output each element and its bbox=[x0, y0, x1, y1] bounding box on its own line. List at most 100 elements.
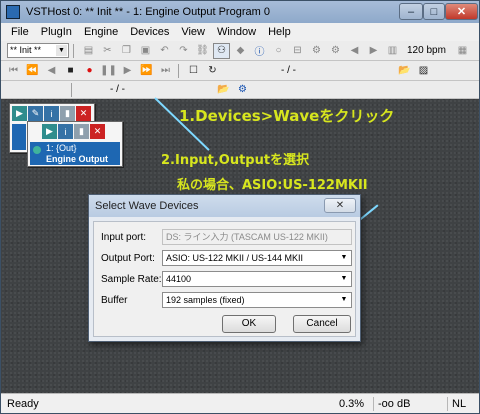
plugin-window-output[interactable]: ▶ i ▮ ✕ 1: {Out} Engine Output bbox=[27, 121, 123, 167]
wave-settings-icon[interactable]: ⚙ bbox=[234, 82, 251, 98]
redo-icon[interactable]: ↷ bbox=[175, 43, 192, 59]
forward-icon[interactable]: ⏩ bbox=[138, 63, 155, 79]
rewind-start-icon[interactable]: ⏮ bbox=[5, 63, 22, 79]
plugin-play-icon[interactable]: ▶ bbox=[42, 124, 57, 139]
copy-icon[interactable]: ❐ bbox=[118, 43, 135, 59]
dialog-close-button[interactable]: ✕ bbox=[324, 198, 356, 213]
arrow-right-icon[interactable]: ▶ bbox=[365, 43, 382, 59]
gears-icon[interactable]: ⚙ bbox=[327, 43, 344, 59]
info-icon[interactable]: ⓘ bbox=[251, 43, 268, 59]
stop-icon[interactable]: ■ bbox=[62, 63, 79, 79]
plugin-edit-icon[interactable]: ✎ bbox=[28, 106, 43, 121]
tempo-display[interactable]: 120 bpm bbox=[407, 45, 446, 56]
record-icon[interactable]: ● bbox=[81, 63, 98, 79]
status-text: Ready bbox=[7, 398, 39, 410]
cut-icon[interactable]: ✂ bbox=[99, 43, 116, 59]
app-icon bbox=[6, 5, 20, 19]
chain-icon[interactable]: ⛓ bbox=[194, 43, 211, 59]
plugin-body bbox=[12, 124, 26, 150]
plugin-toolbar: ▶ i ▮ ✕ bbox=[42, 124, 106, 140]
output-port-value: ASIO: US-122 MKII / US-144 MKII bbox=[166, 253, 304, 263]
autorepeat-checkbox-icon[interactable]: ☐ bbox=[185, 63, 202, 79]
input-port-field: DS: ライン入力 (TASCAM US-122 MKII) bbox=[162, 229, 352, 245]
buffer-row: Buffer 192 samples (fixed) ▼ bbox=[94, 292, 357, 310]
player-position: - / - bbox=[281, 65, 296, 76]
plugin-close-icon[interactable]: ✕ bbox=[76, 106, 91, 121]
record-file-icon[interactable]: ▨ bbox=[415, 63, 432, 79]
wave-toolbar: - / - 📂 ⚙ bbox=[1, 81, 479, 99]
menu-bar: File PlugIn Engine Devices View Window H… bbox=[1, 23, 479, 41]
dialog-title-bar[interactable]: Select Wave Devices ✕ bbox=[89, 195, 360, 217]
open-folder-icon[interactable]: 📂 bbox=[396, 63, 413, 79]
diamond-icon[interactable]: ◆ bbox=[232, 43, 249, 59]
mode-indicator: NL bbox=[447, 397, 477, 411]
plugin-bypass-icon[interactable]: ▮ bbox=[74, 124, 89, 139]
arrow-left-icon[interactable]: ◀ bbox=[346, 43, 363, 59]
plugin-close-icon[interactable]: ✕ bbox=[90, 124, 105, 139]
menu-help[interactable]: Help bbox=[262, 26, 297, 38]
save-icon[interactable]: ▤ bbox=[80, 43, 97, 59]
step-back-icon[interactable]: ◀ bbox=[43, 63, 60, 79]
ok-button[interactable]: OK bbox=[222, 315, 276, 333]
chevron-down-icon: ▼ bbox=[340, 254, 348, 261]
transport-toolbar: ⏮ ⏪ ◀ ■ ● ❚❚ ▶ ⏩ ⏭ ☐ ↻ - / - 📂 ▨ bbox=[1, 61, 479, 81]
menu-view[interactable]: View bbox=[175, 26, 211, 38]
plugin-bypass-icon[interactable]: ▮ bbox=[60, 106, 75, 121]
plugin-slot-label: 1: {Out} bbox=[46, 143, 77, 153]
plugin-play-icon[interactable]: ▶ bbox=[12, 106, 27, 121]
wave-position: - / - bbox=[110, 84, 125, 95]
menu-file[interactable]: File bbox=[5, 26, 35, 38]
main-toolbar: ** Init ** ▼ ▤ ✂ ❐ ▣ ↶ ↷ ⛓ ⚇ ◆ ⓘ ○ ⊟ ⚙ ⚙… bbox=[1, 41, 479, 61]
menu-plugin[interactable]: PlugIn bbox=[35, 26, 78, 38]
undo-icon[interactable]: ↶ bbox=[156, 43, 173, 59]
plugin-info-icon[interactable]: i bbox=[44, 106, 59, 121]
callout-step2-line2: 私の場合、ASIO:US-122MKII bbox=[177, 178, 368, 193]
plugin-status-icon bbox=[33, 146, 41, 154]
menu-window[interactable]: Window bbox=[211, 26, 262, 38]
bypass-icon[interactable]: ⊟ bbox=[289, 43, 306, 59]
preset-combo[interactable]: ** Init ** ▼ bbox=[7, 43, 69, 58]
output-port-row: Output Port: ASIO: US-122 MKII / US-144 … bbox=[94, 250, 357, 268]
play-icon[interactable]: ▶ bbox=[119, 63, 136, 79]
toolbar-separator bbox=[71, 82, 72, 97]
select-wave-devices-dialog: Select Wave Devices ✕ Input port: DS: ライ… bbox=[88, 194, 361, 342]
settings-icon[interactable]: ⚙ bbox=[308, 43, 325, 59]
preset-value: ** Init ** bbox=[10, 45, 42, 55]
cancel-button[interactable]: Cancel bbox=[293, 315, 351, 333]
maximize-button[interactable]: □ bbox=[423, 3, 445, 20]
dialog-body: Input port: DS: ライン入力 (TASCAM US-122 MKI… bbox=[93, 221, 356, 337]
sample-rate-select[interactable]: 44100 ▼ bbox=[162, 271, 352, 287]
output-port-label: Output Port: bbox=[101, 253, 155, 264]
sample-rate-label: Sample Rate: bbox=[101, 274, 162, 285]
window-title: VSTHost 0: ** Init ** - 1: Engine Output… bbox=[26, 6, 270, 18]
main-window: VSTHost 0: ** Init ** - 1: Engine Output… bbox=[0, 0, 480, 414]
circle-icon[interactable]: ○ bbox=[270, 43, 287, 59]
menu-engine[interactable]: Engine bbox=[78, 26, 124, 38]
toolbar-separator bbox=[73, 43, 74, 58]
plugin-info-icon[interactable]: i bbox=[58, 124, 73, 139]
rewind-icon[interactable]: ⏪ bbox=[24, 63, 41, 79]
sample-rate-value: 44100 bbox=[166, 274, 192, 284]
plugin-toolbar: ▶ ✎ i ▮ ✕ bbox=[12, 106, 92, 122]
paste-icon[interactable]: ▣ bbox=[137, 43, 154, 59]
menu-devices[interactable]: Devices bbox=[124, 26, 175, 38]
link-icon[interactable]: ⚇ bbox=[213, 42, 230, 59]
metronome-icon[interactable]: ▦ bbox=[454, 43, 471, 59]
loop-icon[interactable]: ↻ bbox=[204, 63, 221, 79]
close-button[interactable]: ✕ bbox=[445, 3, 478, 20]
chevron-down-icon: ▼ bbox=[56, 45, 67, 56]
forward-end-icon[interactable]: ⏭ bbox=[157, 63, 174, 79]
midi-icon[interactable]: ▥ bbox=[384, 43, 401, 59]
toolbar-separator bbox=[178, 63, 179, 78]
output-port-select[interactable]: ASIO: US-122 MKII / US-144 MKII ▼ bbox=[162, 250, 352, 266]
buffer-label: Buffer bbox=[101, 295, 128, 306]
chevron-down-icon: ▼ bbox=[340, 296, 348, 303]
callout-step2-line1: 2.Input,Outputを選択 bbox=[161, 153, 310, 168]
buffer-select[interactable]: 192 samples (fixed) ▼ bbox=[162, 292, 352, 308]
open-folder-icon[interactable]: 📂 bbox=[215, 82, 232, 98]
callout-step1: 1.Devices>Waveをクリック bbox=[179, 107, 395, 125]
pause-icon[interactable]: ❚❚ bbox=[100, 63, 117, 79]
minimize-button[interactable]: – bbox=[399, 3, 423, 20]
chevron-down-icon: ▼ bbox=[340, 275, 348, 282]
input-port-value: DS: ライン入力 (TASCAM US-122 MKII) bbox=[166, 232, 328, 242]
